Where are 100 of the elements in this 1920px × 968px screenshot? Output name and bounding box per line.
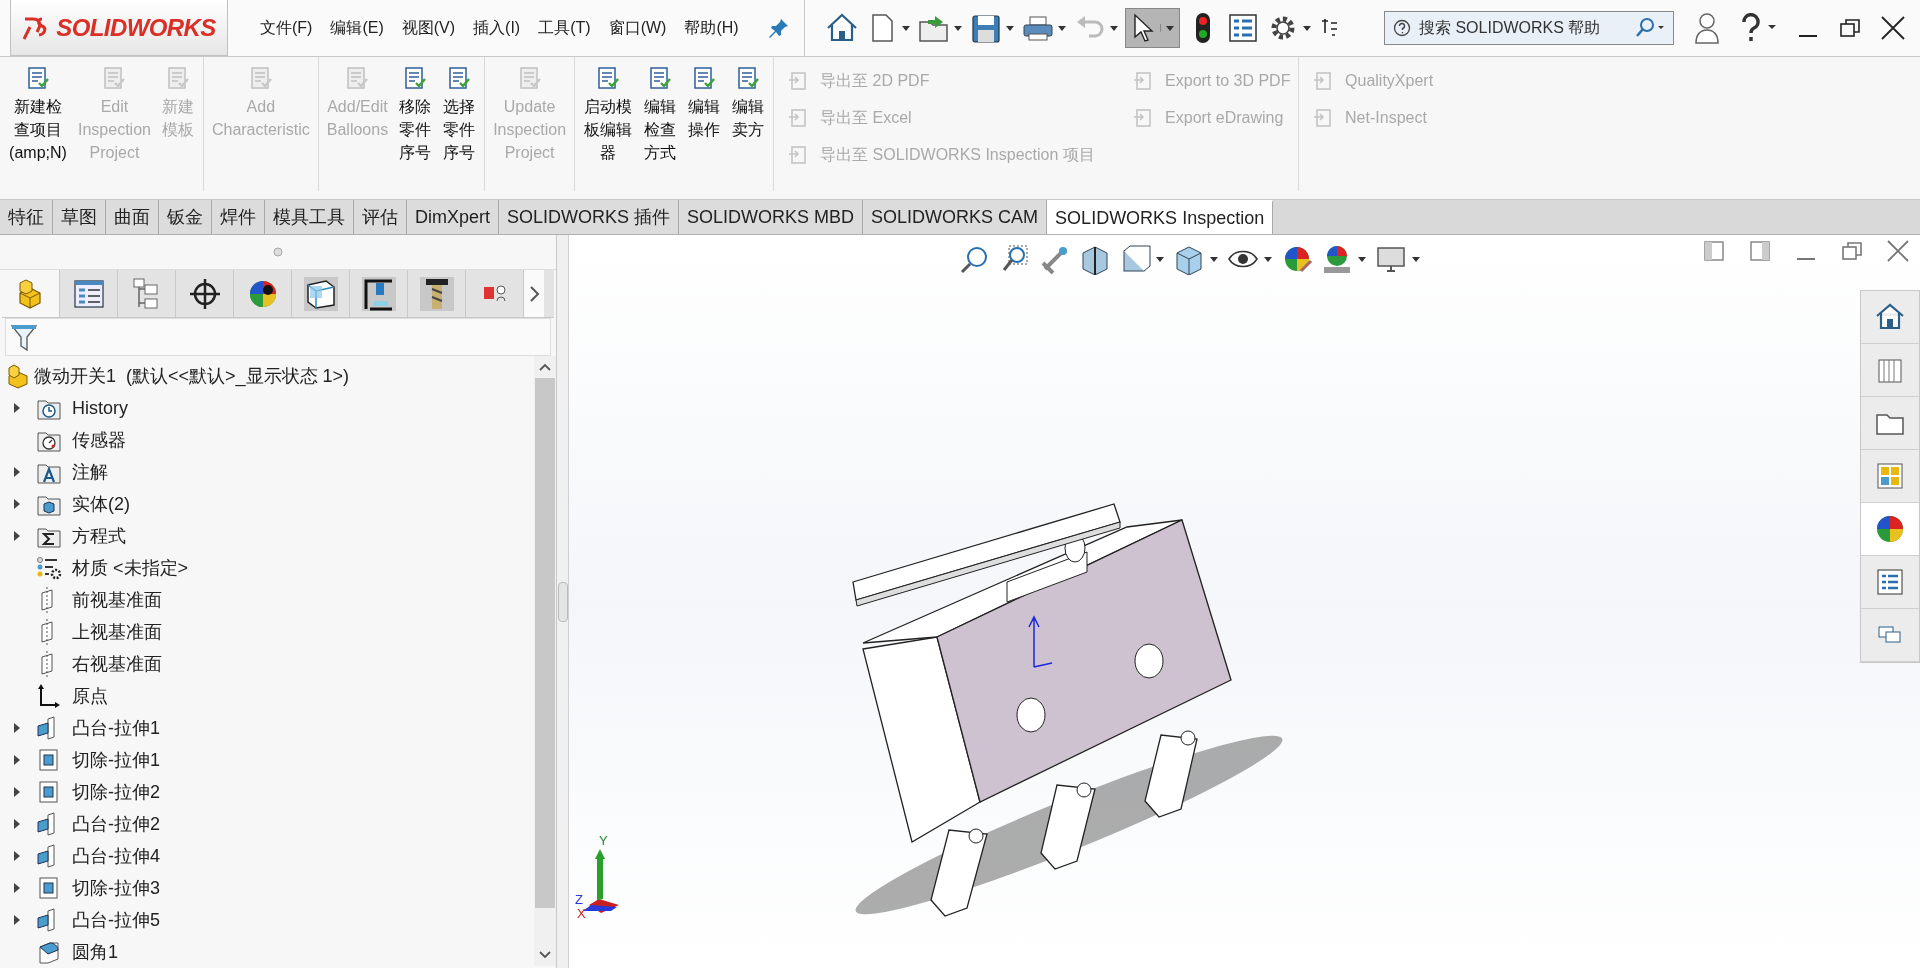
tree-item[interactable]: 凸台-拉伸2 (72, 810, 160, 838)
tree-item[interactable]: 材质 <未指定> (72, 554, 189, 582)
expand-arrow-icon[interactable] (13, 498, 21, 510)
expand-arrow-icon[interactable] (13, 754, 21, 766)
expand-arrow-icon[interactable] (13, 466, 21, 478)
caret-icon[interactable] (953, 24, 963, 32)
menu-item[interactable]: 视图(V) (399, 16, 458, 40)
document-icon (101, 65, 128, 91)
search-box[interactable]: 搜索 SOLIDWORKS 帮助 (1384, 11, 1674, 45)
ribbon-button[interactable]: 编辑检查方式 (641, 65, 680, 164)
document-icon (691, 65, 718, 91)
box-icon (303, 276, 338, 311)
document-icon (402, 65, 429, 91)
document-icon (647, 65, 674, 91)
menu-item[interactable]: 文件(F) (258, 16, 315, 40)
menu-item[interactable]: 窗口(W) (606, 16, 669, 40)
caret-icon[interactable] (1209, 255, 1219, 263)
tree-item[interactable]: 前视基准面 (72, 586, 162, 614)
tree-item[interactable]: 实体(2) (72, 490, 130, 518)
ribbon-tab[interactable]: SOLIDWORKS Inspection (1047, 200, 1274, 234)
document-icon (344, 65, 371, 91)
scene-icon[interactable] (1321, 243, 1353, 275)
menu-item[interactable]: 插入(I) (471, 16, 523, 40)
caret-icon[interactable] (1411, 255, 1421, 263)
document-icon (735, 65, 762, 91)
expand-arrow-icon[interactable] (13, 786, 21, 798)
expand-arrow-icon[interactable] (13, 882, 21, 894)
tree-item[interactable]: 切除-拉伸1 (72, 746, 160, 774)
user-icon[interactable] (1694, 12, 1720, 44)
tile-left-icon[interactable] (1702, 239, 1726, 263)
tree-item[interactable]: 圆角1 (72, 938, 118, 966)
select-tool-button[interactable] (1125, 8, 1180, 48)
tree-item[interactable]: 微动开关1 (默认<<默认>_显示状态 1>) (34, 362, 350, 390)
search-field[interactable]: 搜索 SOLIDWORKS 帮助 (1419, 16, 1625, 40)
document-icon (446, 65, 473, 91)
expand-arrow-icon[interactable] (13, 530, 21, 542)
ribbon-button[interactable]: 编辑操作 (685, 65, 724, 141)
splitter-handle[interactable] (557, 581, 568, 622)
tree-item[interactable]: 方程式 (72, 522, 126, 550)
tree-item[interactable]: 切除-拉伸3 (72, 874, 160, 902)
tree-item[interactable]: 注解 (72, 458, 108, 486)
close-icon[interactable] (1880, 15, 1906, 41)
filter-icon[interactable] (10, 322, 38, 352)
axis-triad (583, 849, 619, 913)
ribbon-button[interactable]: 编辑卖方 (729, 65, 768, 141)
tree-item[interactable]: 原点 (72, 682, 108, 710)
drill-bit-icon (419, 276, 454, 311)
search-icon[interactable] (1633, 17, 1665, 39)
ribbon-button[interactable]: 启动模板编辑器 (581, 65, 636, 164)
ribbon-button[interactable]: 新建检查项目(amp;N) (6, 65, 70, 164)
menu-item[interactable]: 帮助(H) (682, 16, 741, 40)
document-icon (595, 65, 622, 91)
material-icon (36, 555, 62, 581)
scroll-down-icon[interactable] (538, 950, 552, 960)
origin-icon (36, 683, 62, 709)
tree-item[interactable]: 凸台-拉伸1 (72, 714, 160, 742)
task-pane-tab[interactable] (1861, 503, 1919, 556)
fillet-icon (36, 939, 62, 965)
expand-arrow-icon[interactable] (13, 850, 21, 862)
tree-item[interactable]: 右视基准面 (72, 650, 162, 678)
caret-icon[interactable] (1155, 255, 1165, 263)
scroll-up-icon[interactable] (538, 362, 552, 372)
ribbon-button[interactable]: 选择零件序号 (440, 65, 479, 164)
expand-arrow-icon[interactable] (13, 818, 21, 830)
tree-item[interactable]: 传感器 (72, 426, 126, 454)
press-icon (361, 276, 396, 311)
pin-icon[interactable] (768, 17, 790, 39)
save-icon[interactable] (969, 12, 1003, 44)
caret-icon[interactable] (1357, 255, 1367, 263)
tile-right-icon[interactable] (1748, 239, 1772, 263)
caret-icon[interactable] (1165, 24, 1175, 32)
tree-item[interactable]: History (72, 394, 128, 422)
crosshair-icon (187, 276, 222, 311)
expand-arrow-icon[interactable] (13, 402, 21, 414)
caret-icon[interactable] (1109, 24, 1119, 32)
expand-arrow-icon[interactable] (13, 914, 21, 926)
scrollbar[interactable] (534, 356, 556, 966)
tree-item[interactable]: 切除-拉伸2 (72, 778, 160, 806)
help-icon (1393, 19, 1411, 37)
menu-item[interactable]: 编辑(E) (328, 16, 386, 40)
list-icon[interactable] (1226, 11, 1260, 45)
tree-item[interactable]: 凸台-拉伸4 (72, 842, 160, 870)
collapse-handle-icon[interactable] (273, 247, 283, 257)
restore-icon[interactable] (1838, 16, 1862, 40)
caret-icon[interactable] (901, 24, 911, 32)
caret-icon[interactable] (1263, 255, 1273, 263)
axis-label: Z (575, 892, 583, 907)
ribbon-button[interactable]: 移除零件序号 (396, 65, 435, 164)
logo[interactable]: SOLIDWORKS (10, 0, 228, 56)
document-icon (25, 65, 51, 91)
caret-icon[interactable] (1057, 24, 1067, 32)
axis-label: Y (599, 833, 608, 848)
expand-arrow-icon[interactable] (13, 722, 21, 734)
tree-item[interactable]: 凸台-拉伸5 (72, 906, 160, 934)
home-icon[interactable] (825, 12, 859, 44)
scroll-right-button[interactable] (524, 270, 544, 317)
tree-item[interactable]: 上视基准面 (72, 618, 162, 646)
menu-item[interactable]: 工具(T) (536, 16, 593, 40)
caret-icon[interactable] (1005, 24, 1015, 32)
caret-icon[interactable] (1302, 24, 1312, 32)
